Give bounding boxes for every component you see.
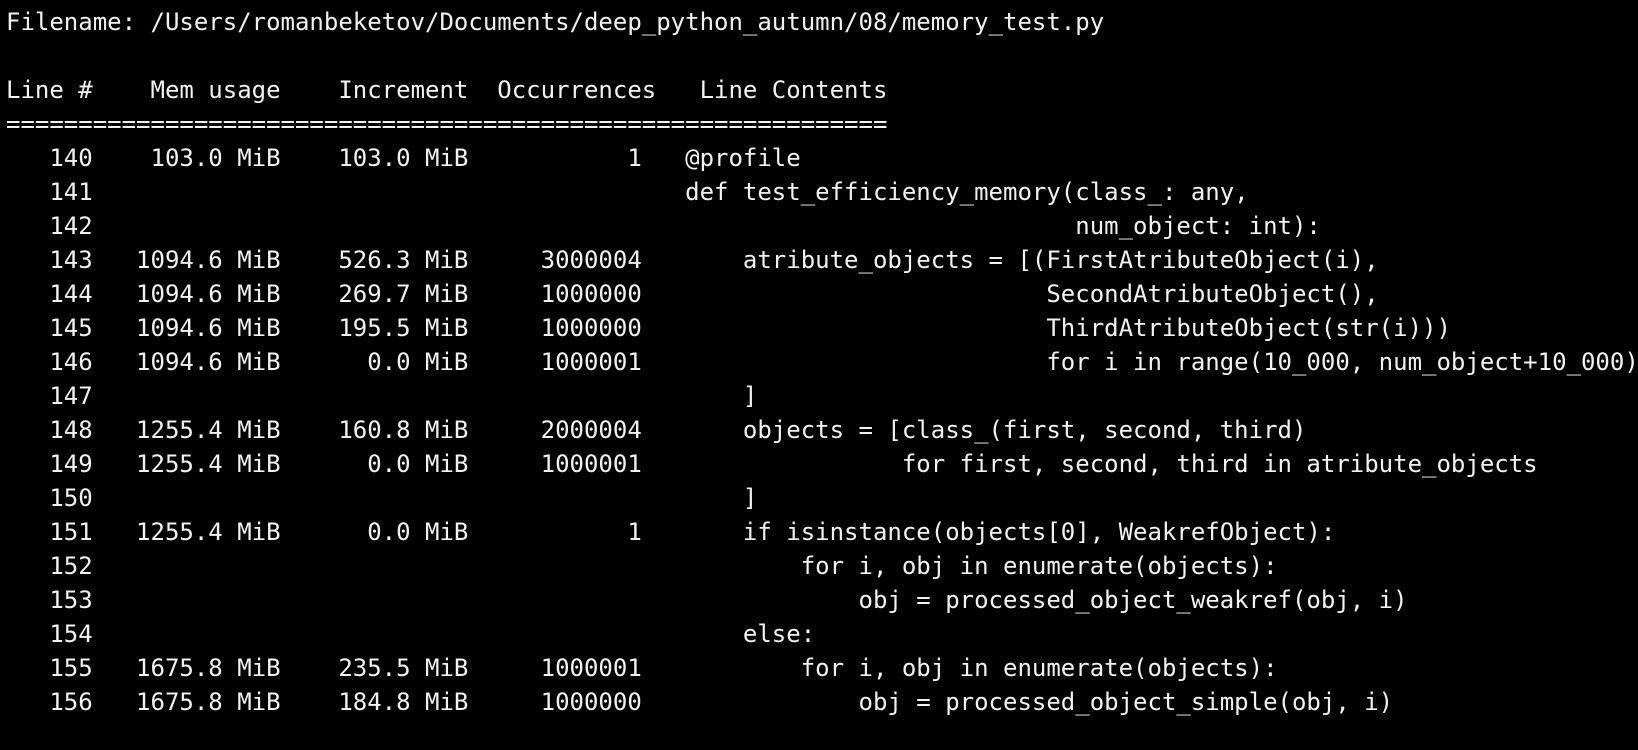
profile-row-151: 151 1255.4 MiB 0.0 MiB 1 if isinstance(o… [6,518,1336,546]
profile-row-143: 143 1094.6 MiB 526.3 MiB 3000004 atribut… [6,246,1379,274]
terminal-output: Filename: /Users/romanbeketov/Documents/… [6,5,1638,719]
profile-row-145: 145 1094.6 MiB 195.5 MiB 1000000 ThirdAt… [6,314,1451,342]
profile-row-148: 148 1255.4 MiB 160.8 MiB 2000004 objects… [6,416,1307,444]
profile-row-154: 154 else: [6,620,816,648]
profile-row-142: 142 num_object: int): [6,212,1321,240]
column-header-line: Line # Mem usage Increment Occurrences L… [6,76,888,104]
profile-row-152: 152 for i, obj in enumerate(objects): [6,552,1278,580]
profile-row-155: 155 1675.8 MiB 235.5 MiB 1000001 for i, … [6,654,1278,682]
profile-row-146: 146 1094.6 MiB 0.0 MiB 1000001 for i in … [6,348,1638,376]
profile-row-140: 140 103.0 MiB 103.0 MiB 1 @profile [6,144,801,172]
filename-line: Filename: /Users/romanbeketov/Documents/… [6,8,1105,36]
profile-row-149: 149 1255.4 MiB 0.0 MiB 1000001 for first… [6,450,1538,478]
profile-row-141: 141 def test_efficiency_memory(class_: a… [6,178,1249,206]
profile-row-153: 153 obj = processed_object_weakref(obj, … [6,586,1408,614]
profile-row-150: 150 ] [6,484,758,512]
profile-row-144: 144 1094.6 MiB 269.7 MiB 1000000 SecondA… [6,280,1379,308]
profile-row-147: 147 ] [6,382,758,410]
terminal-window[interactable]: Filename: /Users/romanbeketov/Documents/… [0,0,1638,750]
separator-line: ========================================… [6,110,888,138]
blank-line [6,39,1638,73]
profile-row-156: 156 1675.8 MiB 184.8 MiB 1000000 obj = p… [6,688,1394,716]
